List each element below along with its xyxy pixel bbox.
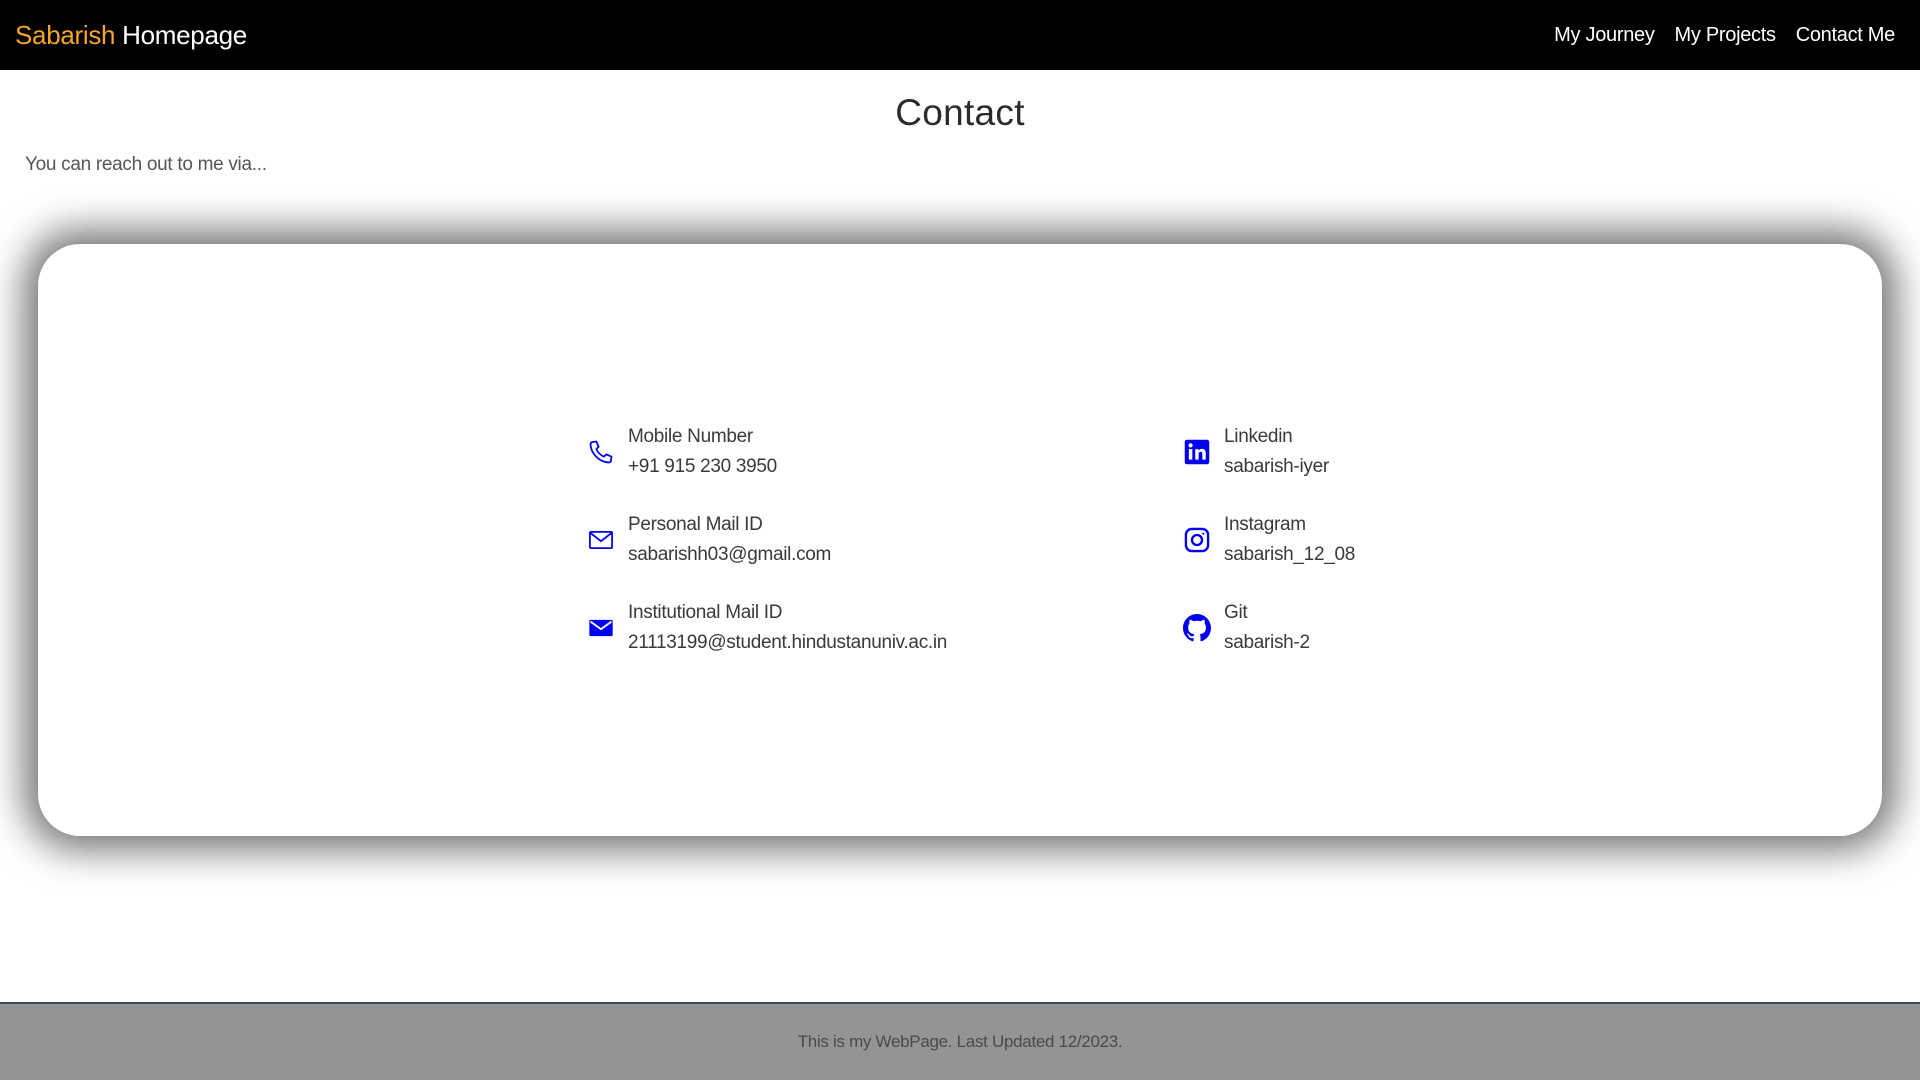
intro-text: You can reach out to me via... (25, 154, 267, 175)
phone-icon (586, 437, 616, 467)
brand-link[interactable]: Sabarish Homepage (15, 20, 247, 51)
contact-text-linkedin: Linkedin sabarish-iyer (1224, 422, 1329, 482)
brand-first-name: Sabarish (15, 19, 116, 50)
nav-links: My Journey My Projects Contact Me (1554, 24, 1895, 47)
contact-value[interactable]: sabarish-iyer (1224, 452, 1329, 482)
nav-link-contact-me[interactable]: Contact Me (1796, 24, 1896, 47)
contact-label: Institutional Mail ID (628, 602, 783, 623)
instagram-icon (1182, 525, 1212, 555)
contact-item-personal-mail: Personal Mail ID sabarishh03@gmail.com (586, 510, 831, 570)
nav-link-my-projects[interactable]: My Projects (1675, 24, 1776, 47)
contact-item-linkedin: Linkedin sabarish-iyer (1182, 422, 1329, 482)
page-title: Contact (895, 92, 1025, 133)
contact-label: Git (1224, 602, 1248, 623)
contact-value[interactable]: +91 915 230 3950 (628, 452, 777, 482)
navbar: Sabarish Homepage My Journey My Projects… (0, 0, 1920, 70)
github-icon (1182, 613, 1212, 643)
contact-value[interactable]: sabarishh03@gmail.com (628, 540, 831, 570)
contact-item-git: Git sabarish-2 (1182, 598, 1310, 658)
contact-item-instagram: Instagram sabarish_12_08 (1182, 510, 1355, 570)
contact-item-institutional-mail: Institutional Mail ID 21113199@student.h… (586, 598, 947, 658)
contact-text-institutional-mail: Institutional Mail ID 21113199@student.h… (628, 598, 947, 658)
contact-card: Mobile Number +91 915 230 3950 Personal … (38, 244, 1882, 836)
contact-label: Mobile Number (628, 426, 753, 447)
contact-text-instagram: Instagram sabarish_12_08 (1224, 510, 1355, 570)
brand-homepage: Homepage (122, 19, 247, 50)
contact-text-git: Git sabarish-2 (1224, 598, 1310, 658)
contact-label: Personal Mail ID (628, 514, 763, 535)
linkedin-icon (1182, 437, 1212, 467)
contact-value[interactable]: sabarish_12_08 (1224, 540, 1355, 570)
contact-label: Instagram (1224, 514, 1306, 535)
contact-item-mobile: Mobile Number +91 915 230 3950 (586, 422, 777, 482)
contact-text-mobile: Mobile Number +91 915 230 3950 (628, 422, 777, 482)
nav-link-my-journey[interactable]: My Journey (1554, 24, 1655, 47)
footer-text: This is my WebPage. Last Updated 12/2023… (797, 1032, 1123, 1051)
footer: This is my WebPage. Last Updated 12/2023… (0, 1002, 1920, 1080)
contact-value[interactable]: 21113199@student.hindustanuniv.ac.in (628, 628, 947, 658)
mail-outline-icon (586, 525, 616, 555)
mail-filled-icon (586, 613, 616, 643)
contact-text-personal-mail: Personal Mail ID sabarishh03@gmail.com (628, 510, 831, 570)
contact-label: Linkedin (1224, 426, 1293, 447)
contact-value[interactable]: sabarish-2 (1224, 628, 1310, 658)
